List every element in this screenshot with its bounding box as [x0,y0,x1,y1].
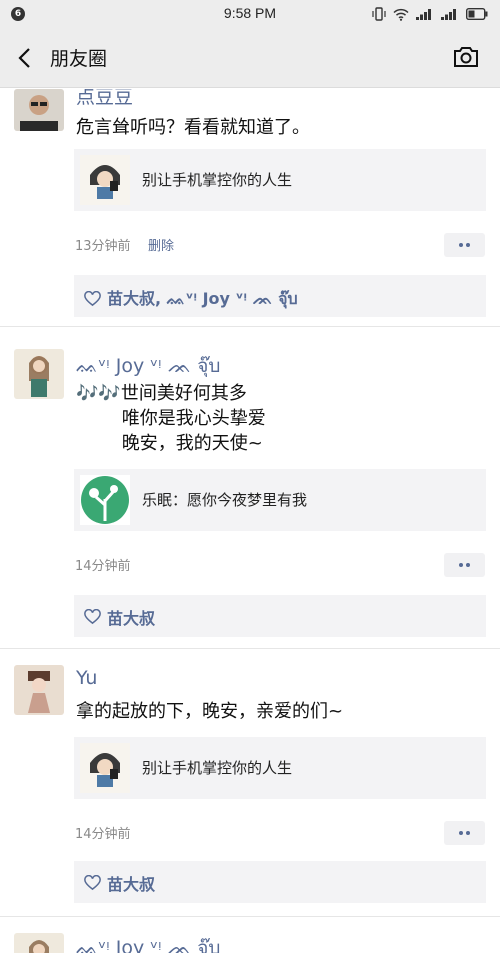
avatar-image [14,933,64,953]
likes-names[interactable]: 苗大叔, ᨐᵛᵎ Joy ᵛᵎ ᨏ จุ๊บ [107,285,298,312]
avatar[interactable] [14,933,64,953]
post-text: 拿的起放的下，晚安，亲爱的们~ [76,701,344,722]
link-title: 别让手机掌控你的人生 [142,759,293,777]
status-icons [372,7,488,21]
likes-panel: 苗大叔 [74,595,486,637]
signal-icon [441,9,456,20]
vibrate-icon [372,7,386,21]
post-time: 14分钟前 [75,559,131,574]
post-author[interactable]: Yu [76,667,97,689]
link-title: 乐眠：愿你今夜梦里有我 [142,491,308,509]
post-text: 危言耸听吗？看看就知道了。 [76,117,310,138]
more-button[interactable] [444,233,485,257]
post-time: 13分钟前 [75,239,131,254]
heart-icon [84,609,101,625]
moment-post: Yu 拿的起放的下，晚安，亲爱的们~ 别让手机掌控你的人生 14分钟前 苗大叔 [0,648,500,916]
status-bar: 6 9:58 PM [0,0,500,28]
post-time: 14分钟前 [75,827,131,842]
moment-post: ᨐᵛᵎ Joy ᵛᵎ ᨏ จุ๊บ [0,916,500,953]
post-author[interactable]: ᨐᵛᵎ Joy ᵛᵎ ᨏ จุ๊บ [76,933,221,953]
more-button[interactable] [444,553,485,577]
camera-icon[interactable] [452,44,480,70]
moments-feed[interactable]: 点豆豆 危言耸听吗？看看就知道了。 别让手机掌控你的人生 13分钟前 删除 苗大… [0,89,500,953]
likes-panel: 苗大叔 [74,861,486,903]
link-card[interactable]: 乐眠：愿你今夜梦里有我 [74,469,486,531]
delete-link[interactable]: 删除 [148,235,174,254]
heart-icon [84,290,101,306]
avatar[interactable] [14,665,64,715]
wifi-icon [393,8,409,21]
post-text: 🎶🎶世间美好何其多 唯你是我心头挚爱 晚安，我的天使~ [76,383,266,454]
link-card[interactable]: 别让手机掌控你的人生 [74,737,486,799]
moment-post: 点豆豆 危言耸听吗？看看就知道了。 别让手机掌控你的人生 13分钟前 删除 苗大… [0,89,500,326]
avatar-image [14,349,64,399]
link-thumbnail [80,475,130,525]
signal-icon [416,9,431,20]
likes-names[interactable]: 苗大叔 [107,605,155,629]
likes-panel: 苗大叔, ᨐᵛᵎ Joy ᵛᵎ ᨏ จุ๊บ [74,275,486,317]
avatar[interactable] [14,89,64,131]
link-card[interactable]: 别让手机掌控你的人生 [74,149,486,211]
battery-icon [466,8,488,20]
avatar[interactable] [14,349,64,399]
post-author[interactable]: 点豆豆 [76,89,133,109]
heart-icon [84,875,101,891]
nav-bar: 朋友圈 [0,28,500,88]
avatar-image [14,89,64,131]
link-title: 别让手机掌控你的人生 [142,171,293,189]
link-thumbnail [80,743,130,793]
link-thumbnail [80,155,130,205]
more-button[interactable] [444,821,485,845]
likes-names[interactable]: 苗大叔 [107,871,155,895]
post-author[interactable]: ᨐᵛᵎ Joy ᵛᵎ ᨏ จุ๊บ [76,351,221,381]
chevron-left-icon[interactable] [14,46,38,70]
page-title: 朋友圈 [50,48,108,70]
moment-post: ᨐᵛᵎ Joy ᵛᵎ ᨏ จุ๊บ 🎶🎶世间美好何其多 唯你是我心头挚爱 晚安，… [0,326,500,648]
avatar-image [14,665,64,715]
